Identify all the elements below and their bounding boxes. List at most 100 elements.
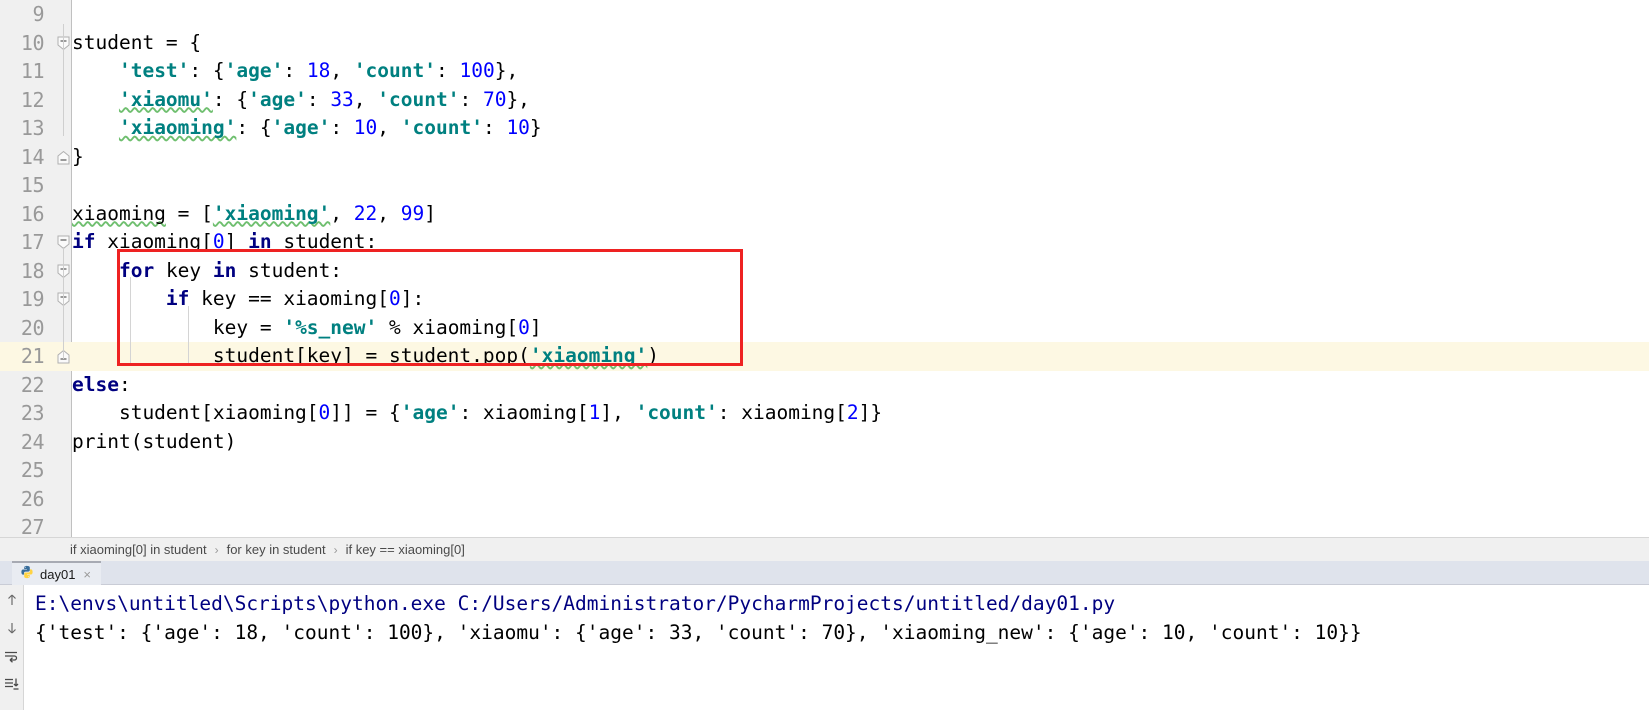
- token: ],: [600, 401, 636, 424]
- token: 'xiaoming': [118, 116, 237, 139]
- code-text: student = {: [72, 29, 201, 58]
- token: 10: [506, 116, 530, 139]
- token: 33: [330, 87, 354, 111]
- code-line-21[interactable]: 21 student[key] = student.pop('xiaoming'…: [0, 342, 1649, 371]
- token: print: [72, 429, 131, 453]
- code-text: xiaoming = ['xiaoming', 22, 99]: [72, 200, 436, 229]
- fold-end-icon[interactable]: [56, 150, 71, 165]
- code-line-16[interactable]: 16 xiaoming = ['xiaoming', 22, 99]: [0, 200, 1649, 229]
- code-text: student[key] = student.pop('xiaoming'): [72, 342, 659, 371]
- token: 100: [459, 59, 495, 82]
- token: }: [72, 144, 84, 168]
- console-output-line: {'test': {'age': 18, 'count': 100}, 'xia…: [35, 621, 1362, 644]
- code-line-24[interactable]: 24 print(student): [0, 428, 1649, 457]
- token: 'count': [377, 87, 460, 111]
- token: 'age': [248, 87, 307, 111]
- breadcrumb-item-2[interactable]: if key == xiaoming[0]: [346, 542, 465, 557]
- code-line-12[interactable]: 12 'xiaomu': {'age': 33, 'count': 70},: [0, 86, 1649, 115]
- code-line-9[interactable]: 9: [0, 0, 1649, 29]
- down-arrow-icon[interactable]: [3, 619, 21, 637]
- token: 'test': [118, 59, 190, 82]
- token: : xiaoming[: [459, 401, 589, 424]
- code-line-22[interactable]: 22 else:: [0, 371, 1649, 400]
- token: ]: [424, 201, 436, 225]
- token: in: [212, 258, 237, 282]
- token: key == xiaoming[: [189, 287, 389, 310]
- token: student[xiaoming[: [72, 401, 319, 424]
- code-line-27[interactable]: 27: [0, 513, 1649, 537]
- code-line-19[interactable]: 19 if key == xiaoming[0]:: [0, 285, 1649, 314]
- token: ): [647, 344, 660, 367]
- breadcrumb: if xiaoming[0] in student › for key in s…: [0, 537, 1649, 561]
- token: 0: [318, 401, 331, 424]
- token: '%s_new': [283, 315, 378, 339]
- line-number: 25: [20, 458, 45, 482]
- token: :: [436, 59, 460, 82]
- code-lines[interactable]: 9 10 student = {11 'test': {'age': 18, 'co…: [0, 0, 1649, 537]
- code-line-15[interactable]: 15: [0, 171, 1649, 200]
- code-line-13[interactable]: 13 'xiaoming': {'age': 10, 'count': 10}: [0, 114, 1649, 143]
- breadcrumb-item-1[interactable]: for key in student: [227, 542, 326, 557]
- token: :: [306, 87, 331, 111]
- token: 99: [400, 201, 425, 225]
- line-number: 24: [20, 429, 45, 454]
- code-text: if xiaoming[0] in student:: [72, 228, 377, 257]
- close-icon[interactable]: ×: [83, 567, 91, 582]
- code-line-25[interactable]: 25: [0, 456, 1649, 485]
- token: ]}: [858, 401, 883, 424]
- breadcrumb-separator-0: ›: [214, 542, 219, 557]
- code-line-14[interactable]: 14}: [0, 143, 1649, 172]
- line-number: 9: [32, 2, 44, 26]
- token: 2: [846, 401, 859, 424]
- indent-guide-0: [130, 277, 131, 365]
- token: 'count': [400, 116, 483, 139]
- token: key: [154, 258, 213, 282]
- up-arrow-icon[interactable]: [3, 591, 21, 609]
- indent-guide-1: [188, 306, 189, 365]
- run-tab-bar: day01 ×: [0, 561, 1649, 585]
- line-number: 27: [20, 515, 45, 537]
- token: xiaoming[: [95, 230, 213, 253]
- code-line-20[interactable]: 20 key = '%s_new' % xiaoming[0]: [0, 314, 1649, 343]
- run-tool-window: day01 × E:\envs\untitled\Scripts\python.…: [0, 561, 1649, 710]
- code-line-11[interactable]: 11 'test': {'age': 18, 'count': 100},: [0, 57, 1649, 86]
- console-command-line: E:\envs\untitled\Scripts\python.exe C:/U…: [35, 592, 1116, 615]
- code-text: if key == xiaoming[0]:: [72, 285, 424, 314]
- line-number: 26: [20, 486, 45, 511]
- code-line-18[interactable]: 18 for key in student:: [0, 257, 1649, 286]
- code-line-23[interactable]: 23 student[xiaoming[0]] = {'age': xiaomi…: [0, 399, 1649, 428]
- token: 'xiaoming': [529, 344, 648, 367]
- fold-guide-dict: [63, 24, 64, 136]
- fold-guide-if: [63, 247, 64, 359]
- token: in: [248, 230, 272, 253]
- pycharm-window: 9 10 student = {11 'test': {'age': 18, 'co…: [0, 0, 1649, 710]
- token: (student): [130, 429, 237, 453]
- token: 0: [212, 230, 225, 253]
- scroll-to-end-icon[interactable]: [3, 675, 21, 693]
- line-number: 14: [20, 144, 45, 169]
- run-tab-day01[interactable]: day01 ×: [12, 561, 102, 585]
- code-line-17[interactable]: 17 if xiaoming[0] in student:: [0, 228, 1649, 257]
- line-number: 19: [20, 287, 45, 311]
- code-line-26[interactable]: 26: [0, 485, 1649, 514]
- token: 'xiaoming': [212, 201, 331, 225]
- code-line-10[interactable]: 10 student = {: [0, 29, 1649, 58]
- token: xiaoming: [72, 201, 166, 225]
- token: 0: [389, 287, 401, 310]
- token: : {: [236, 116, 272, 139]
- token: 'count': [635, 401, 718, 424]
- code-text: for key in student:: [72, 257, 342, 286]
- token: key =: [72, 315, 284, 339]
- line-number: 10: [20, 30, 45, 55]
- token: :: [283, 59, 307, 82]
- code-editor[interactable]: 9 10 student = {11 'test': {'age': 18, 'co…: [0, 0, 1649, 537]
- token: 18: [306, 59, 331, 82]
- token: ,: [330, 201, 354, 225]
- line-number: 16: [20, 201, 45, 226]
- soft-wrap-icon[interactable]: [3, 647, 21, 665]
- breadcrumb-item-0[interactable]: if xiaoming[0] in student: [70, 542, 207, 557]
- console-output[interactable]: E:\envs\untitled\Scripts\python.exe C:/U…: [25, 585, 1649, 710]
- token: :: [459, 87, 483, 111]
- code-text: 'xiaoming': {'age': 10, 'count': 10}: [72, 114, 542, 143]
